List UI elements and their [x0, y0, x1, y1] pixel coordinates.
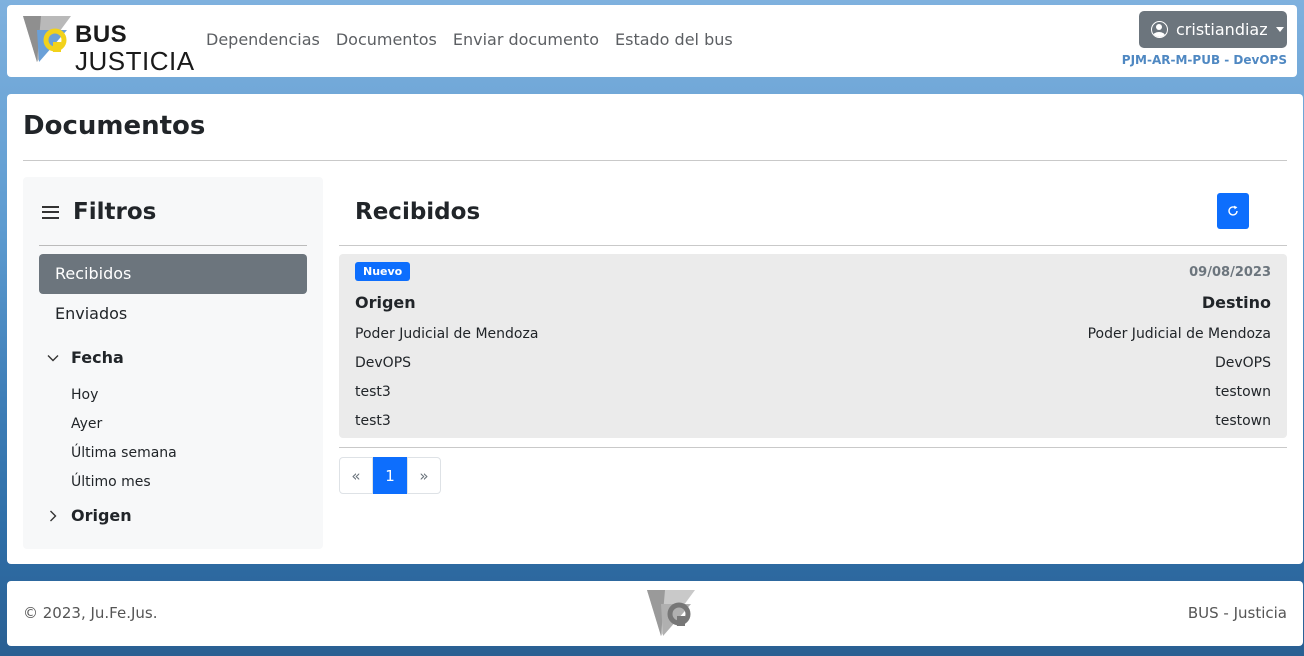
nav-documentos[interactable]: Documentos: [336, 30, 437, 50]
filter-fecha-hoy[interactable]: Hoy: [71, 387, 98, 403]
pagination: « 1 »: [339, 457, 441, 494]
filter-group-origen[interactable]: Origen: [47, 506, 132, 525]
refresh-button[interactable]: [1217, 193, 1249, 229]
divider: [39, 245, 307, 246]
organization-label: PJM-AR-M-PUB - DevOPS: [1121, 53, 1287, 67]
user-menu-button[interactable]: cristiandiaz: [1139, 11, 1287, 48]
footer-logo-icon: [647, 590, 697, 642]
origen-value: test3: [355, 384, 391, 400]
sidebar-item-recibidos[interactable]: Recibidos: [39, 254, 307, 294]
filter-group-label: Fecha: [71, 348, 124, 367]
bus-justicia-logo-mark: [23, 16, 71, 62]
pagination-prev[interactable]: «: [339, 457, 373, 494]
filters-title: Filtros: [73, 199, 157, 225]
divider: [339, 245, 1287, 246]
origen-value: test3: [355, 413, 391, 429]
filters-sidebar: Filtros Recibidos Enviados Fecha Hoy Aye…: [23, 177, 323, 549]
pagination-next[interactable]: »: [407, 457, 441, 494]
destino-value: testown: [1215, 384, 1271, 400]
destino-value: Poder Judicial de Mendoza: [1087, 326, 1271, 342]
main-nav: Dependencias Documentos Enviar documento…: [206, 30, 733, 50]
chevron-right-icon: [50, 510, 57, 521]
footer-app-name: BUS - Justicia: [1187, 604, 1287, 622]
origen-header: Origen: [355, 293, 416, 312]
refresh-icon: [1228, 205, 1238, 216]
menu-icon: [42, 205, 59, 219]
destino-value: DevOPS: [1214, 355, 1271, 371]
destino-header: Destino: [1201, 293, 1271, 312]
document-card[interactable]: Nuevo 09/08/2023 Origen Destino Poder Ju…: [339, 254, 1287, 438]
pagination-page[interactable]: 1: [373, 457, 407, 494]
bus-justicia-logo[interactable]: BUS JUSTICIA: [23, 16, 194, 74]
section-title: Recibidos: [355, 199, 481, 225]
footer: © 2023, Ju.Fe.Jus. BUS - Justicia: [7, 581, 1303, 646]
status-badge: Nuevo: [355, 262, 411, 281]
origen-value: Poder Judicial de Mendoza: [355, 326, 539, 342]
sidebar-item-enviados[interactable]: Enviados: [39, 294, 307, 334]
user-circle-icon: [1151, 21, 1168, 38]
divider: [23, 160, 1287, 161]
chevron-down-icon: [47, 354, 59, 361]
filter-group-fecha[interactable]: Fecha: [47, 348, 124, 367]
origen-value: DevOPS: [355, 355, 412, 371]
destino-value: testown: [1215, 413, 1271, 429]
nav-estado-del-bus[interactable]: Estado del bus: [615, 30, 733, 50]
filter-fecha-ultima-semana[interactable]: Última semana: [71, 445, 177, 461]
documents-content: Recibidos Nuevo 09/08/2023 Origen Destin…: [339, 177, 1287, 557]
filter-fecha-ayer[interactable]: Ayer: [71, 416, 102, 432]
logo-text-bus: BUS: [75, 21, 128, 48]
document-date: 09/08/2023: [1189, 265, 1271, 280]
divider: [339, 447, 1287, 448]
filter-fecha-ultimo-mes[interactable]: Último mes: [71, 474, 151, 490]
filter-group-label: Origen: [71, 506, 132, 525]
caret-down-icon: [1275, 27, 1284, 32]
nav-dependencias[interactable]: Dependencias: [206, 30, 320, 50]
nav-enviar-documento[interactable]: Enviar documento: [453, 30, 599, 50]
copyright-text: © 2023, Ju.Fe.Jus.: [23, 604, 158, 622]
filters-header: Filtros: [42, 199, 156, 225]
page-title: Documentos: [23, 111, 206, 141]
top-navbar: BUS JUSTICIA Dependencias Documentos Env…: [7, 5, 1297, 77]
logo-text-justicia: JUSTICIA: [75, 46, 195, 76]
username: cristiandiaz: [1176, 20, 1268, 39]
main-panel: Documentos Filtros Recibidos Enviados Fe…: [7, 94, 1303, 564]
